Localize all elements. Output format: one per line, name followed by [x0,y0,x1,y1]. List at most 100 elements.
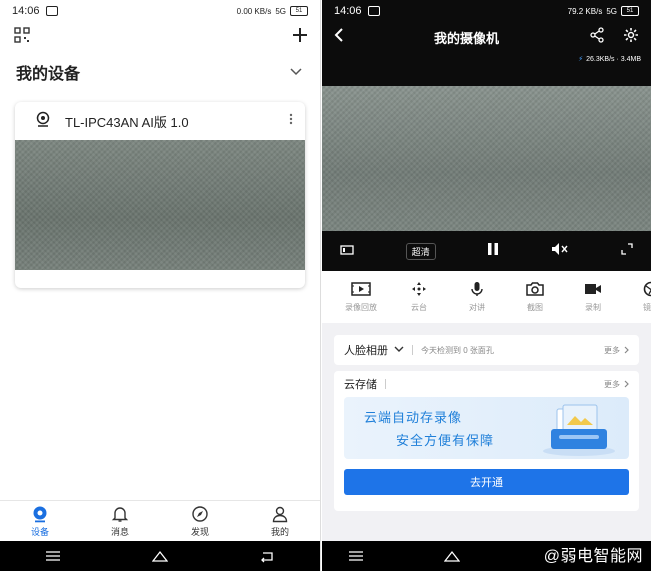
more-label: 更多 [604,345,620,355]
page-title: 我的设备 [16,66,81,83]
tool-label: 镜头 [643,303,651,312]
video-controls: 超清 [322,231,651,271]
tab-messages[interactable]: 消息 [111,505,129,538]
scan-icon[interactable] [14,26,30,48]
cloud-promo-banner[interactable]: 云端自动存录像 安全方便有保障 [344,397,629,459]
tab-messages-label: 消息 [110,526,129,537]
cloud-storage-title: 云存储 [344,379,377,391]
camera-icon [526,282,544,296]
left-phone-screen: 14:06 0.00 KB/s 5G 51 我的设备 TL-IPC43AN AI… [0,0,321,571]
device-icon [33,506,47,522]
top-toolbar [0,22,320,52]
camera-header: 我的摄像机 [322,22,651,52]
tab-profile[interactable]: 我的 [271,505,289,538]
notification-icon [367,6,380,16]
home-icon[interactable] [444,549,460,563]
face-album-card[interactable]: 人脸相册 今天检测到 0 张面孔 更多 [334,335,639,365]
settings-gear-icon[interactable] [623,27,639,48]
device-card-header: TL-IPC43AN AI版 1.0 [15,102,305,140]
tool-screenshot[interactable]: 截图 [506,281,564,313]
tool-talk[interactable]: 对讲 [448,281,506,313]
tool-label: 录制 [585,303,601,312]
camera-live-section: 14:06 79.2 KB/s 5G 51 我的摄像机 ⚡ 26.3KB/s ·… [322,0,651,271]
system-nav-bar: @弱电智能网 [322,541,651,571]
camera-icon [35,111,51,132]
face-count-text: 今天检测到 0 张面孔 [421,345,494,355]
quality-button[interactable]: 超清 [405,242,436,260]
network-speed: 79.2 KB/s [567,6,603,16]
device-name: TL-IPC43AN AI版 1.0 [65,114,189,130]
playback-icon [351,282,371,296]
tool-label: 录像回放 [345,303,377,312]
fullscreen-icon[interactable] [621,242,633,260]
video-top-gap [322,66,651,86]
banner-headline: 云端自动存录像 [364,410,463,425]
tool-ptz[interactable]: 云台 [390,281,448,313]
tool-label: 对讲 [469,303,485,312]
device-card[interactable]: TL-IPC43AN AI版 1.0 [15,102,305,288]
tool-lens[interactable]: 镜头 [622,281,651,313]
record-icon [585,284,601,294]
banner-subline: 安全方便有保障 [396,433,495,448]
face-album-row: 人脸相册 今天检测到 0 张面孔 更多 [334,335,639,365]
device-preview-thumbnail[interactable] [15,140,305,270]
status-bar: 14:06 0.00 KB/s 5G 51 [0,0,320,22]
tool-label: 截图 [527,303,543,312]
network-speed: 0.00 KB/s [236,6,272,16]
activate-cloud-button[interactable]: 去开通 [344,469,629,495]
tool-strip: 录像回放 云台 对讲 截图 录制 镜头 [322,271,651,323]
live-video-stream[interactable] [322,86,651,231]
signal-strength: 5G [275,6,286,16]
status-time: 14:06 [12,5,40,17]
face-album-title: 人脸相册 [344,345,388,357]
battery-icon: 51 [290,6,308,16]
pause-icon[interactable] [487,242,499,261]
tab-devices[interactable]: 设备 [31,505,49,538]
notification-icon [45,6,58,16]
cloud-storage-card: 云存储 更多 云端自动存录像 安全方便有保障 去开通 [334,371,639,511]
tool-record[interactable]: 录制 [564,281,622,313]
profile-icon [272,506,288,522]
device-list: TL-IPC43AN AI版 1.0 [0,92,320,512]
screen-mode-icon[interactable] [340,242,354,260]
mic-icon [471,282,483,296]
lens-icon [643,281,651,297]
cloud-more-link[interactable]: 更多 [604,379,629,390]
tab-discover[interactable]: 发现 [191,505,209,538]
home-icon[interactable] [151,549,168,563]
face-more-link[interactable]: 更多 [604,345,629,356]
right-phone-screen: 14:06 79.2 KB/s 5G 51 我的摄像机 ⚡ 26.3KB/s ·… [322,0,651,571]
share-icon[interactable] [589,26,605,48]
menu-icon[interactable] [348,549,364,563]
tab-discover-label: 发现 [190,526,209,537]
compass-icon [192,505,208,522]
ptz-icon [412,282,426,296]
divider [385,379,386,389]
more-label: 更多 [604,379,620,389]
mute-icon[interactable] [551,242,569,261]
divider [412,345,413,355]
stream-stats: ⚡ 26.3KB/s · 3.4MB [322,52,651,66]
cloud-storage-header: 云存储 更多 [334,371,639,397]
chevron-down-icon[interactable] [290,63,302,81]
tab-devices-label: 设备 [30,526,49,537]
back-icon[interactable] [259,549,275,563]
speed-arrow-icon: ⚡ [578,56,584,63]
tool-label: 云台 [411,303,427,312]
bell-icon [111,506,129,522]
system-nav-bar [0,541,320,571]
battery-icon: 51 [621,6,639,16]
tool-playback[interactable]: 录像回放 [332,281,390,313]
status-time: 14:06 [334,5,362,17]
menu-icon[interactable] [45,549,61,563]
back-arrow-icon[interactable] [334,27,344,47]
more-options-icon[interactable] [289,112,293,130]
add-device-icon[interactable] [292,27,308,48]
status-bar: 14:06 79.2 KB/s 5G 51 [322,0,651,22]
source-watermark: @弱电智能网 [543,548,643,565]
chevron-right-icon [624,346,629,354]
bottom-tab-bar: 设备 消息 发现 我的 [0,500,320,541]
chevron-down-icon[interactable] [394,344,404,356]
page-title: 我的摄像机 [433,30,499,46]
